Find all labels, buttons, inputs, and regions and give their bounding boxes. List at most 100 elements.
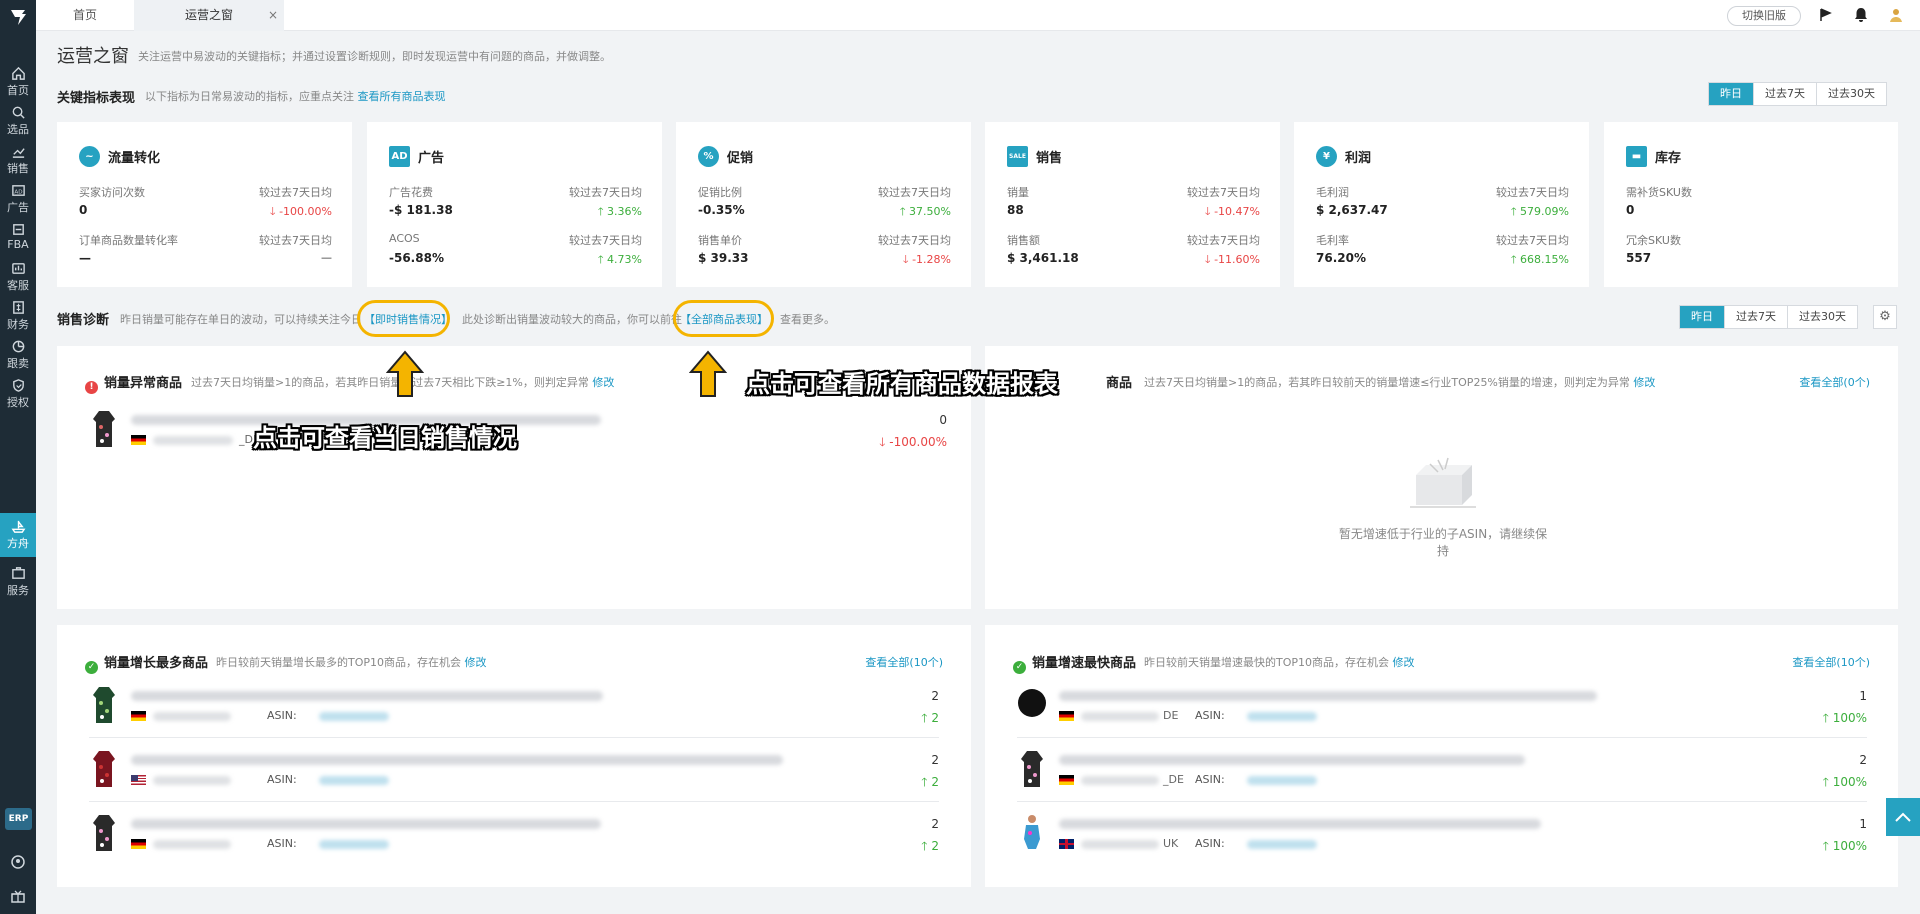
play-icon[interactable] — [1816, 6, 1834, 24]
sidebar-item-selection[interactable]: 选品 — [0, 99, 36, 143]
period-yesterday[interactable]: 昨日 — [1680, 306, 1724, 328]
diag-desc-b: 此处诊断出销量波动较大的商品，你可以前往 — [462, 313, 682, 326]
period-30days[interactable]: 过去30天 — [1787, 306, 1857, 328]
switch-old-version-button[interactable]: 切换旧版 — [1727, 6, 1801, 26]
sidebar-item-finance[interactable]: 财务 — [0, 294, 36, 338]
metric-compare-label: 较过去7天日均 — [878, 186, 951, 199]
sku-blurred — [1081, 840, 1159, 849]
arrow-up-icon: 🡑 — [899, 205, 910, 218]
edit-rule-link[interactable]: 修改 — [1393, 656, 1415, 669]
up-arrow-icon — [386, 350, 424, 397]
inventory-icon: ▬ — [1626, 145, 1647, 167]
view-all-link[interactable]: 查看全部(10个) — [865, 654, 943, 670]
metric-change: 🡓 -1.28% — [903, 251, 951, 270]
promo-icon: % — [698, 145, 719, 167]
callout-all-products: 点击可查看所有商品数据报表 — [746, 370, 1058, 398]
sidebar-item-home[interactable]: 首页 — [0, 60, 36, 104]
home-icon — [11, 66, 25, 80]
gear-icon[interactable]: ⚙ — [1873, 305, 1897, 329]
period-30days[interactable]: 过去30天 — [1816, 83, 1886, 105]
asin-link-blurred[interactable] — [319, 776, 389, 785]
view-all-products-link[interactable]: 查看所有商品表现 — [358, 90, 446, 103]
close-icon[interactable]: × — [268, 0, 278, 30]
sales-change: 🡑 100% — [1823, 709, 1867, 730]
arrow-up-icon: 🡑 — [597, 205, 608, 218]
metric-compare-label: 较过去7天日均 — [569, 186, 642, 199]
panel-title-text: 销量增长最多商品 — [104, 656, 209, 671]
view-all-link[interactable]: 查看全部(10个) — [1792, 654, 1870, 670]
edit-rule-link[interactable]: 修改 — [465, 656, 487, 669]
arrow-down-icon: 🡓 — [902, 253, 913, 266]
list-item[interactable]: ASIN: 2 🡑 2 — [89, 685, 939, 749]
list-item[interactable]: UK ASIN: 1 🡑 100% — [1017, 813, 1867, 877]
asin-link-blurred[interactable] — [319, 840, 389, 849]
metric-change: 🡓 -100.00% — [270, 203, 332, 222]
back-to-top-button[interactable] — [1886, 798, 1920, 836]
arrow-up-icon: 🡑 — [597, 253, 608, 266]
change-text: -100.00% — [889, 435, 947, 449]
period-7days[interactable]: 过去7天 — [1724, 306, 1787, 328]
pie-icon — [12, 340, 24, 353]
asin-link-blurred[interactable] — [1247, 776, 1317, 785]
list-item[interactable]: ASIN: 2 🡑 2 — [89, 813, 939, 877]
list-item[interactable]: _DE ASIN: 2 🡑 100% — [1017, 749, 1867, 813]
period-7days[interactable]: 过去7天 — [1753, 83, 1816, 105]
erp-button[interactable]: ERP — [5, 808, 32, 830]
metric-change: 🡑 3.36% — [598, 203, 642, 222]
page-title: 运营之窗 — [57, 46, 129, 67]
diag-section-title: 销售诊断 — [57, 313, 110, 328]
check-icon: ✓ — [85, 661, 98, 674]
highlight-ring — [673, 300, 774, 337]
sidebar-item-service[interactable]: 服务 — [0, 560, 36, 604]
asin-label: ASIN: — [1195, 709, 1225, 722]
view-all-link[interactable]: 查看全部(0个) — [1799, 374, 1870, 390]
sidebar-item-follow-sell[interactable]: 跟卖 — [0, 333, 36, 377]
sidebar-item-fba[interactable]: FBA — [0, 216, 36, 260]
kpi-metric-row: 毛利率 较过去7天日均 76.20% 🡑 668.15% — [1316, 232, 1569, 272]
sidebar-item-ark[interactable]: 方舟 — [0, 513, 36, 557]
list-item[interactable]: DE ASIN: 1 🡑 100% — [1017, 685, 1867, 749]
sidebar-item-auth[interactable]: 授权 — [0, 372, 36, 416]
tab-home[interactable]: 首页 — [36, 0, 134, 31]
arrow-down-icon: 🡓 — [1204, 205, 1215, 218]
edit-rule-link[interactable]: 修改 — [1633, 376, 1655, 389]
tab-ops-window[interactable]: 运营之窗 × — [134, 0, 284, 31]
kpi-metric-row: 毛利润 较过去7天日均 $ 2,637.47 🡑 579.09% — [1316, 184, 1569, 224]
arrow-down-icon: 🡓 — [1204, 253, 1215, 266]
bell-icon[interactable] — [1852, 6, 1870, 24]
sidebar-item-sales[interactable]: 销售 — [0, 138, 36, 182]
panel-title: ✓ 销量增速最快商品 — [1013, 652, 1136, 674]
metric-change-text: -10.47% — [1214, 205, 1260, 218]
sales-change: 🡑 2 — [921, 709, 939, 730]
arrow-up-icon: 🡑 — [1822, 711, 1833, 725]
product-thumbnail — [93, 815, 115, 851]
change-text: 2 — [931, 775, 939, 789]
change-text: 2 — [931, 839, 939, 853]
kpi-card: % 促销 促销比例 较过去7天日均 -0.35% 🡑 37.50% 销售单价 较过去7天日均 $… — [676, 122, 971, 287]
list-item[interactable]: ASIN: 2 🡑 2 — [89, 749, 939, 813]
check-icon: ✓ — [1013, 661, 1026, 674]
asin-link-blurred[interactable] — [319, 712, 389, 721]
asin-link-blurred[interactable] — [1247, 712, 1317, 721]
traffic-icon: ~ — [79, 145, 100, 167]
ark-icon — [11, 520, 25, 533]
ad-icon: AD — [389, 145, 410, 167]
period-yesterday[interactable]: 昨日 — [1709, 83, 1753, 105]
user-icon[interactable] — [10, 854, 26, 870]
asin-link-blurred[interactable] — [1247, 840, 1317, 849]
profit-icon: ¥ — [1316, 145, 1337, 167]
metric-change: 🡓 -11.60% — [1205, 251, 1260, 270]
avatar-icon[interactable] — [1887, 6, 1905, 24]
sidebar-item-ads[interactable]: AD 广告 — [0, 177, 36, 221]
sidebar-item-support[interactable]: 客服 — [0, 255, 36, 299]
product-title-blurred — [131, 819, 601, 829]
row-divider — [1017, 737, 1867, 738]
sale-icon: SALE — [1007, 145, 1028, 167]
metric-compare-label: 较过去7天日均 — [569, 234, 642, 247]
logo-icon[interactable] — [8, 6, 30, 28]
change-text: 2 — [931, 711, 939, 725]
list-item[interactable]: _DE 0 🡓 -100.00% — [89, 409, 947, 473]
edit-rule-link[interactable]: 修改 — [592, 376, 614, 389]
gift-icon[interactable] — [10, 888, 26, 904]
finance-icon — [12, 301, 24, 314]
